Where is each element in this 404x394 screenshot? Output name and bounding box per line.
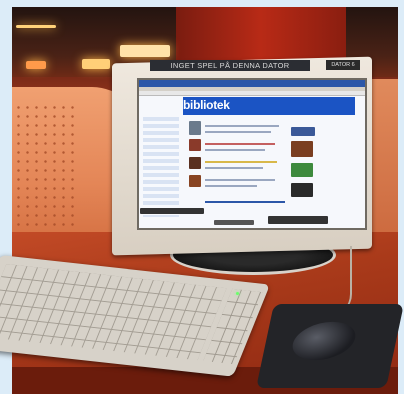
ceiling-light xyxy=(16,25,56,28)
content-image xyxy=(189,175,201,187)
shelf-light xyxy=(120,45,170,57)
bezel-sticker-right xyxy=(268,216,328,224)
bezel-sticker xyxy=(140,208,204,214)
web-page: bibliotek xyxy=(143,97,361,225)
monitor-sign: INGET SPEL PÅ DENNA DATOR xyxy=(150,60,310,71)
site-left-menu xyxy=(143,117,179,217)
content-image xyxy=(189,157,201,169)
side-image xyxy=(291,163,313,177)
keyboard-keys[interactable] xyxy=(0,264,227,361)
browser-address-bar xyxy=(139,91,365,96)
text-line xyxy=(205,167,263,169)
text-line xyxy=(205,149,265,151)
keyboard-led xyxy=(236,292,239,295)
partition-perforation xyxy=(14,103,74,253)
text-line xyxy=(205,131,271,133)
side-image xyxy=(291,141,313,157)
facebook-banner xyxy=(291,127,315,136)
text-line xyxy=(205,143,275,145)
text-line xyxy=(205,179,275,181)
text-line xyxy=(205,185,257,187)
side-image xyxy=(291,183,313,197)
browser-titlebar xyxy=(139,80,365,87)
computer-tag: DATOR 6 xyxy=(326,60,360,70)
text-line xyxy=(205,161,277,163)
shelf-light-3 xyxy=(26,61,46,69)
content-image xyxy=(189,121,201,135)
content-image xyxy=(189,139,201,151)
brand-logo xyxy=(214,220,254,225)
text-line xyxy=(205,125,279,127)
footer-line xyxy=(205,201,285,203)
shelf-light-2 xyxy=(82,59,110,69)
site-banner-text: bibliotek xyxy=(183,98,230,112)
